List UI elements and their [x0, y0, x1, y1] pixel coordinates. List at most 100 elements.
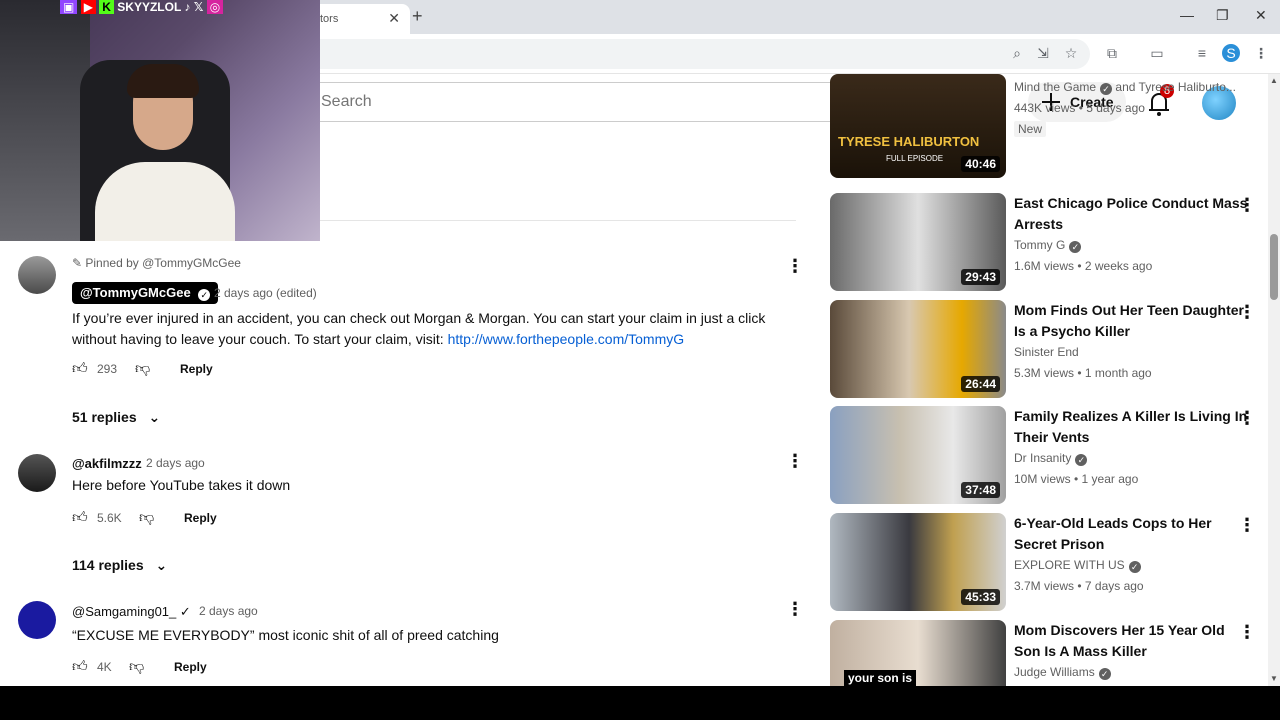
comment-actions: 👍︎ 293 👎︎ Reply [72, 360, 272, 380]
replies-toggle[interactable]: 51 replies ⌄ [72, 409, 160, 426]
close-window-icon[interactable]: ✕ [1255, 7, 1267, 24]
related-video[interactable]: 45:33 6-Year-Old Leads Cops to Her Secre… [830, 513, 1260, 611]
comment-author[interactable]: @TommyGMcGee ✓ [72, 282, 219, 304]
video-title[interactable]: 6-Year-Old Leads Cops to Her Secret Pris… [1014, 513, 1250, 555]
thumbs-down-icon[interactable]: 👎︎ [135, 360, 150, 378]
video-channel[interactable]: EXPLORE WITH US ✓ [1014, 558, 1141, 573]
browser-tab[interactable]: tors ✕ [310, 4, 410, 34]
zoom-icon[interactable]: ⌕ [1008, 44, 1026, 62]
thumbnail-text: TYRESE HALIBURTON [838, 134, 980, 149]
bottom-letterbox [0, 686, 1280, 720]
thumbs-up-icon[interactable]: 👍︎ [72, 360, 88, 378]
scrollbar-thumb[interactable] [1270, 234, 1278, 300]
video-thumbnail[interactable]: your son is [830, 620, 1006, 686]
chevron-down-icon: ⌄ [155, 557, 168, 573]
chrome-menu-icon[interactable]: ⋮ [1252, 44, 1270, 62]
thumbs-down-icon[interactable]: 👎︎ [129, 658, 144, 676]
comment-time[interactable]: 2 days ago [199, 604, 258, 618]
related-video[interactable]: TYRESE HALIBURTON FULL EPISODE 40:46 Min… [830, 74, 1260, 178]
commenter-avatar[interactable] [18, 601, 56, 639]
video-menu-icon[interactable]: ⋮ [1238, 195, 1256, 216]
search-input[interactable]: Search [300, 82, 860, 122]
minimize-icon[interactable]: — [1180, 7, 1194, 23]
video-meta: 3.7M views • 7 days ago [1014, 579, 1144, 593]
twitch-icon: ▣ [60, 0, 78, 14]
video-channel[interactable]: Judge Williams ✓ [1014, 665, 1111, 680]
tab-close-icon[interactable]: ✕ [388, 10, 400, 27]
video-channel[interactable]: Mind the Game ✓ and Tyrese Haliburto... [1014, 80, 1236, 95]
video-menu-icon[interactable]: ⋮ [1238, 622, 1256, 643]
thumbs-up-icon[interactable]: 👍︎ [72, 509, 88, 527]
video-menu-icon[interactable]: ⋮ [1238, 408, 1256, 429]
video-channel[interactable]: Dr Insanity ✓ [1014, 451, 1088, 466]
video-menu-icon[interactable]: ⋮ [1238, 302, 1256, 323]
profile-icon[interactable]: S [1222, 44, 1240, 62]
reply-button[interactable]: Reply [174, 660, 207, 674]
related-video[interactable]: 26:44 Mom Finds Out Her Teen Daughter Is… [830, 300, 1260, 398]
restore-icon[interactable]: ❐ [1216, 7, 1229, 24]
kick-icon: K [99, 0, 114, 14]
webcam-overlay: ▣ ▶ K SKYYZLOL ♪ 𝕏 ◎ [0, 0, 320, 241]
video-channel[interactable]: Tommy G ✓ [1014, 238, 1082, 253]
comment-actions: 👍︎ 5.6K 👎︎ Reply [72, 509, 272, 529]
related-video[interactable]: your son is Mom Discovers Her 15 Year Ol… [830, 620, 1260, 686]
comment-actions: 👍︎ 4K 👎︎ Reply [72, 658, 272, 678]
commenter-avatar[interactable] [18, 454, 56, 492]
video-thumbnail[interactable]: 45:33 [830, 513, 1006, 611]
video-thumbnail[interactable]: 29:43 [830, 193, 1006, 291]
comment-text: Here before YouTube takes it down [72, 477, 291, 493]
thumbnail-subtext: FULL EPISODE [886, 154, 944, 163]
related-video[interactable]: 37:48 Family Realizes A Killer Is Living… [830, 406, 1260, 504]
thumbs-up-icon[interactable]: 👍︎ [72, 658, 88, 676]
comment-menu-icon[interactable]: ⋮ [786, 256, 804, 277]
video-menu-icon[interactable]: ⋮ [1238, 515, 1256, 536]
comment-thread: @Samgaming01_ ✓ 2 days ago ⋮ “EXCUSE ME … [0, 599, 804, 686]
video-thumbnail[interactable]: TYRESE HALIBURTON FULL EPISODE 40:46 [830, 74, 1006, 178]
thumbs-down-icon[interactable]: 👎︎ [139, 509, 154, 527]
address-bar[interactable] [300, 39, 1090, 69]
comment-thread: ✎ Pinned by @TommyGMcGee @TommyGMcGee ✓ … [0, 256, 804, 406]
comment-menu-icon[interactable]: ⋮ [786, 599, 804, 620]
comment-time[interactable]: 2 days ago [146, 456, 205, 470]
video-thumbnail[interactable]: 26:44 [830, 300, 1006, 398]
comment-menu-icon[interactable]: ⋮ [786, 451, 804, 472]
extensions-icon[interactable]: ⧉ [1103, 44, 1121, 62]
reply-button[interactable]: Reply [184, 511, 217, 525]
replies-toggle[interactable]: 114 replies ⌄ [72, 557, 167, 574]
commenter-avatar[interactable] [18, 256, 56, 294]
thumbnail-text: your son is [844, 670, 917, 686]
video-meta: 1.6M views • 2 weeks ago [1014, 259, 1153, 273]
media-control-icon[interactable]: ≡ [1193, 44, 1211, 62]
comment-author[interactable]: @Samgaming01_ ✓ [72, 604, 191, 620]
video-duration: 26:44 [961, 376, 1000, 392]
scroll-down-icon[interactable]: ▼ [1270, 674, 1278, 683]
video-thumbnail[interactable]: 37:48 [830, 406, 1006, 504]
video-title[interactable]: East Chicago Police Conduct Mass Arrests [1014, 193, 1250, 235]
streamer-socials: ▣ ▶ K SKYYZLOL ♪ 𝕏 ◎ [60, 0, 224, 14]
video-title[interactable]: Mom Finds Out Her Teen Daughter Is a Psy… [1014, 300, 1250, 342]
video-meta: 443K views • 5 days ago [1014, 101, 1145, 115]
reply-button[interactable]: Reply [180, 362, 213, 376]
like-count: 4K [97, 660, 112, 674]
video-title[interactable]: Mom Discovers Her 15 Year Old Son Is A M… [1014, 620, 1250, 662]
webcam-background [0, 0, 90, 241]
comment-time[interactable]: 2 days ago (edited) [214, 286, 317, 300]
x-icon: 𝕏 [193, 0, 204, 14]
page-scrollbar[interactable]: ▲ ▼ [1268, 74, 1280, 686]
comment-author[interactable]: @akfilmzzz [72, 456, 142, 471]
bookmark-star-icon[interactable]: ☆ [1062, 44, 1080, 62]
new-badge: New [1014, 121, 1047, 137]
new-tab-button[interactable]: + [412, 6, 423, 27]
video-channel[interactable]: Sinister End [1014, 345, 1079, 359]
install-icon[interactable]: ⇲ [1034, 44, 1052, 62]
youtube-icon: ▶ [80, 0, 96, 14]
comment-link[interactable]: http://www.forthepeople.com/TommyG [448, 331, 685, 347]
tiktok-icon: ♪ [184, 0, 191, 14]
related-video[interactable]: 29:43 East Chicago Police Conduct Mass A… [830, 193, 1260, 291]
sidepanel-icon[interactable]: ▭ [1148, 44, 1166, 62]
scroll-up-icon[interactable]: ▲ [1270, 76, 1278, 85]
chevron-down-icon: ⌄ [148, 409, 161, 425]
video-title[interactable]: Family Realizes A Killer Is Living In Th… [1014, 406, 1250, 448]
video-duration: 37:48 [961, 482, 1000, 498]
instagram-icon: ◎ [206, 0, 224, 14]
